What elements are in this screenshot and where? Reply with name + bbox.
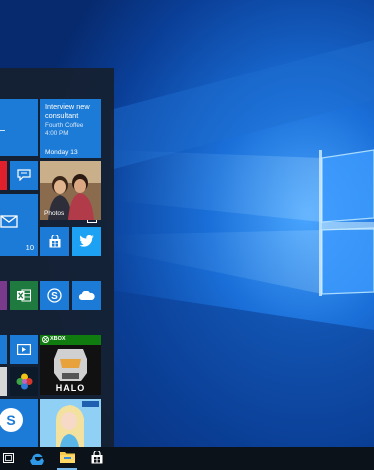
edge-button[interactable] (24, 447, 50, 470)
paint-tile[interactable] (10, 367, 38, 396)
mail-tile[interactable]: 10 (0, 194, 38, 256)
task-view-icon (3, 453, 14, 463)
onedrive-icon (78, 291, 95, 300)
store-button[interactable] (84, 447, 110, 470)
video-tile[interactable] (10, 335, 38, 364)
excel-icon (17, 289, 31, 302)
purple-app-tile[interactable] (0, 281, 7, 310)
store-tile[interactable] (40, 227, 69, 256)
skype-tile[interactable]: S (40, 281, 69, 310)
shazam-icon: S (0, 408, 23, 432)
excel-tile[interactable] (10, 281, 38, 310)
frozen-tile[interactable] (40, 399, 101, 447)
video-icon (17, 344, 31, 355)
store-taskbar-icon (91, 451, 103, 464)
frozen-image (40, 399, 101, 447)
halo-image: HALO (40, 345, 101, 395)
photos-tile[interactable]: Photos (40, 161, 101, 220)
red-app-tile[interactable] (0, 161, 7, 190)
onedrive-tile[interactable] (72, 281, 101, 310)
calendar-event-location: Fourth Coffee (45, 122, 84, 129)
skype-icon: S (47, 288, 62, 303)
file-explorer-button[interactable] (54, 447, 80, 470)
xbox-icon (42, 336, 49, 343)
task-view-button[interactable] (0, 447, 18, 470)
svg-text:HALO: HALO (56, 383, 86, 393)
folder-icon (59, 452, 75, 463)
app-tile-partial[interactable] (0, 99, 38, 156)
app-tile-partial-3[interactable] (0, 367, 7, 396)
calendar-event-time: 4:00 PM (45, 130, 69, 137)
photos-label: Photos (44, 210, 65, 217)
xbox-label: XBOX (50, 336, 66, 342)
feedback-icon (17, 169, 31, 181)
start-menu: Interview new consultant Fourth Coffee 4… (0, 68, 114, 447)
mail-unread-count: 10 (25, 243, 34, 252)
store-icon (49, 235, 60, 248)
svg-text:S: S (6, 412, 15, 428)
twitter-tile[interactable] (72, 227, 101, 256)
calendar-date: Monday 13 (45, 149, 78, 156)
paint-icon (16, 373, 32, 390)
feedback-tile[interactable] (10, 161, 38, 190)
xbox-tile[interactable]: HALO (40, 335, 101, 395)
shazam-tile[interactable]: S (0, 399, 38, 447)
twitter-icon (79, 235, 94, 247)
taskbar (0, 447, 374, 470)
mail-icon (0, 215, 18, 228)
calendar-event-title: Interview new consultant (45, 102, 90, 120)
app-tile-partial-2[interactable] (0, 335, 7, 364)
svg-text:S: S (51, 291, 58, 302)
edge-icon (30, 453, 44, 465)
